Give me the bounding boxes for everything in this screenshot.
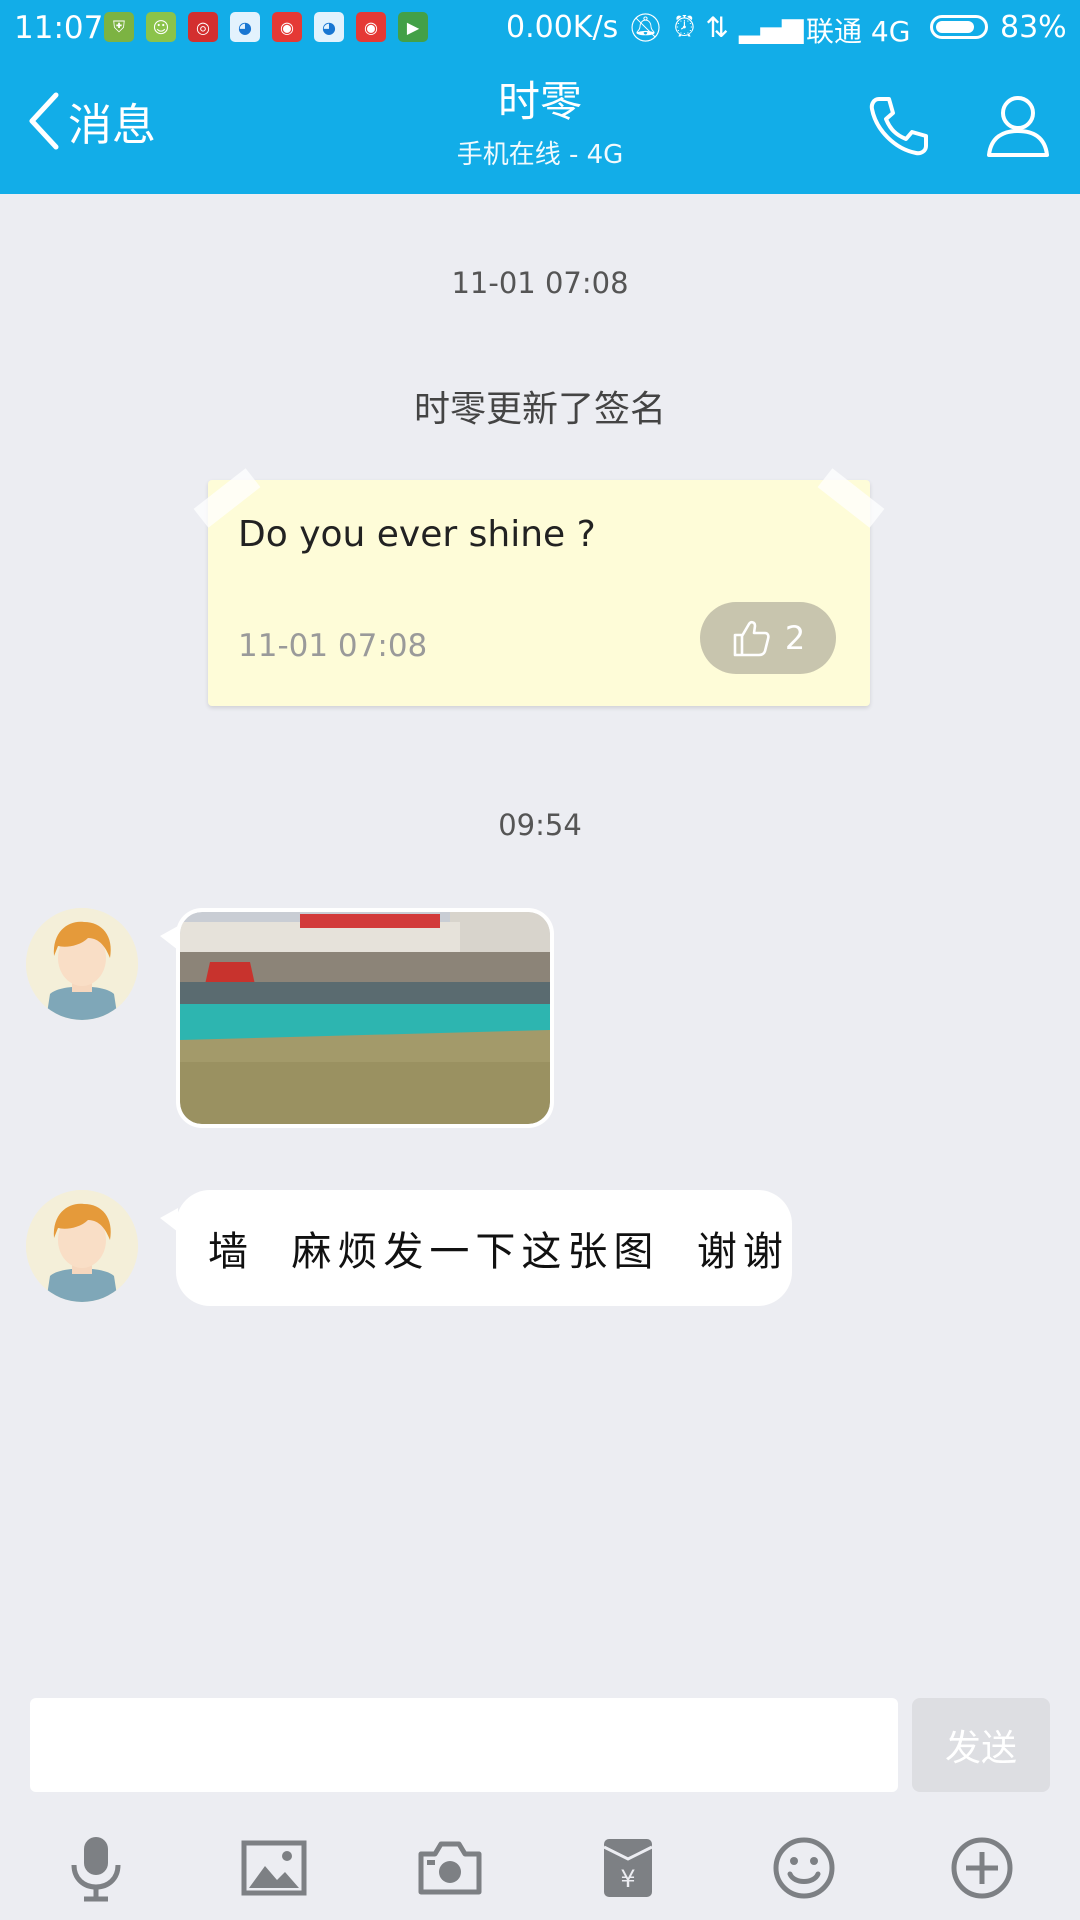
like-count: 2 [784, 619, 806, 657]
data-transfer-icon: ⇅ [705, 10, 729, 44]
alarm-icon: ⏰︎ [673, 10, 696, 43]
status-bar: 11:07 ⛨ ☺ ◎ ◕ ◉ ◕ ◉ ▶ 0.00K/s 🔕︎ ⏰︎ ⇅ ▂▄… [0, 0, 1080, 56]
weibo-app-icon: ◉ [272, 12, 302, 42]
chat-title-block[interactable]: 时零 手机在线 - 4G [340, 78, 740, 171]
signature-card[interactable]: Do you ever shine ? 11-01 07:08 2 [193, 468, 885, 706]
plus-icon [951, 1837, 1013, 1899]
mute-bell-icon: 🔕︎ [628, 10, 664, 44]
text-message[interactable]: 墙 麻烦发一下这张图 谢谢 [160, 1190, 792, 1306]
chat-header: 消息 时零 手机在线 - 4G [0, 56, 1080, 194]
back-arrow-icon [29, 92, 59, 150]
notification-icons: ⛨ ☺ ◎ ◕ ◉ ◕ ◉ ▶ [104, 12, 428, 42]
avatar[interactable] [26, 908, 138, 1020]
image-icon [241, 1840, 307, 1896]
image-message[interactable] [160, 908, 554, 1128]
signal-icon: ▂▄▆ [738, 10, 804, 44]
network-speed: 0.00K/s [506, 10, 619, 45]
emoji-icon [773, 1837, 835, 1899]
camera-button[interactable] [410, 1828, 490, 1908]
music-app-icon: ◎ [188, 12, 218, 42]
photo-stadium [180, 912, 550, 1124]
status-time: 11:07 [14, 10, 104, 46]
shield-app-icon: ⛨ [104, 12, 134, 42]
message-timestamp: 09:54 [498, 808, 582, 842]
red-packet-button[interactable]: ¥ [588, 1828, 668, 1908]
battery-percent: 83% [1000, 10, 1067, 45]
phone-icon [869, 97, 928, 156]
signature-time: 11-01 07:08 [238, 628, 428, 664]
send-button[interactable]: 发送 [912, 1698, 1050, 1792]
voice-button[interactable] [56, 1828, 136, 1908]
message-input[interactable] [30, 1698, 898, 1792]
android-app-icon: ☺ [146, 12, 176, 42]
more-button[interactable] [942, 1828, 1022, 1908]
back-button[interactable]: 消息 [26, 86, 156, 156]
svg-text:¥: ¥ [620, 1865, 635, 1893]
qq-app-icon: ◕ [230, 12, 260, 42]
qq-app-icon-2: ◕ [314, 12, 344, 42]
system-icons: 🔕︎ ⏰︎ ⇅ ▂▄▆ [628, 10, 803, 44]
weibo-app-icon-2: ◉ [356, 12, 386, 42]
back-label: 消息 [68, 100, 156, 151]
system-notice: 时零更新了签名 [413, 389, 666, 430]
signature-text: Do you ever shine ? [238, 514, 596, 555]
battery-fill [936, 21, 974, 33]
message-timestamp: 11-01 07:08 [451, 266, 629, 300]
call-button[interactable] [858, 86, 938, 166]
like-button[interactable]: 2 [700, 602, 836, 674]
avatar-image [26, 908, 138, 1020]
page-title: 时零 [497, 77, 582, 126]
video-app-icon: ▶ [398, 12, 428, 42]
tape-decoration [817, 468, 885, 528]
thumb-up-icon [733, 620, 770, 657]
red-packet-icon: ¥ [603, 1839, 653, 1897]
profile-icon [987, 96, 1049, 157]
input-bar: 发送 ¥ [0, 1680, 1080, 1920]
battery-icon [930, 15, 988, 39]
avatar-image [26, 1190, 138, 1302]
microphone-icon [71, 1837, 121, 1902]
camera-icon [418, 1841, 482, 1895]
online-status: 手机在线 - 4G [456, 140, 624, 170]
carrier-label: 联通 4G [806, 15, 911, 48]
emoji-button[interactable] [764, 1828, 844, 1908]
profile-button[interactable] [978, 86, 1058, 166]
avatar[interactable] [26, 1190, 138, 1302]
image-button[interactable] [234, 1828, 314, 1908]
